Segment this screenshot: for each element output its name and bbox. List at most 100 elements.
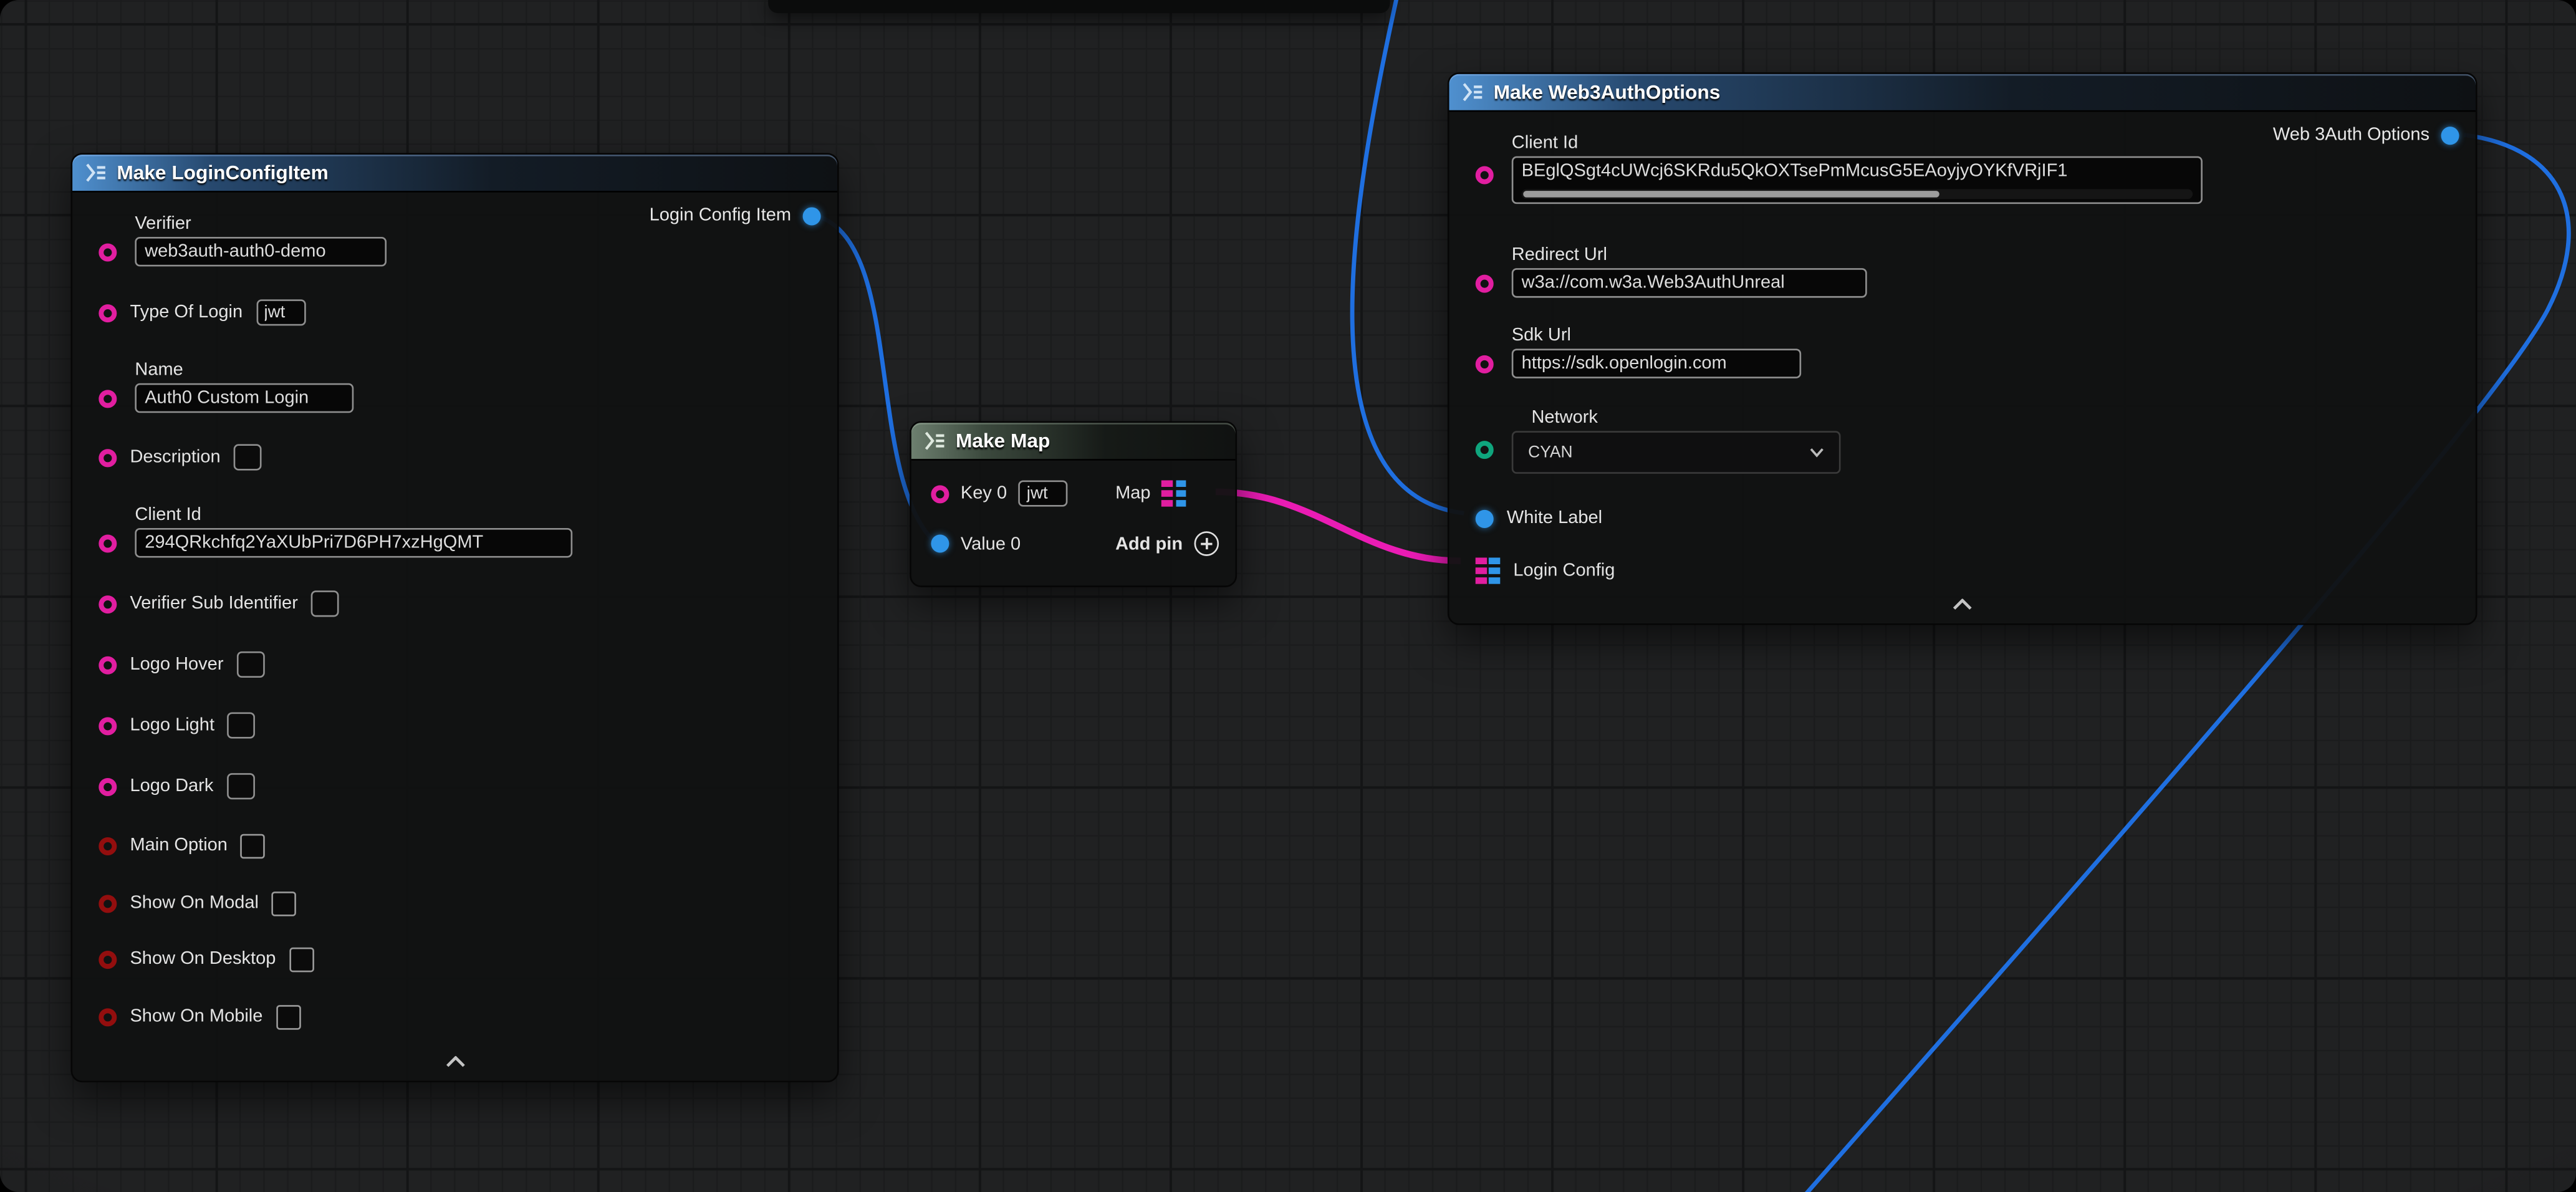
field-login-config: Login Config [1469, 556, 2459, 585]
field-verifier: Verifier [92, 214, 821, 266]
field-white-label: White Label [1469, 503, 2459, 532]
pin-show-on-desktop[interactable] [99, 950, 117, 968]
add-pin-row[interactable]: Add pin [1115, 531, 1219, 556]
add-pin-icon[interactable] [1194, 531, 1219, 556]
field-show-on-desktop: Show On Desktop [92, 944, 821, 973]
field-label: Show On Desktop [130, 949, 276, 969]
field-label: Key 0 [961, 484, 1007, 504]
pin-sdk-url[interactable] [1476, 355, 1494, 373]
node-title: Make LoginConfigItem [117, 161, 329, 185]
logo-dark-input[interactable] [226, 773, 254, 799]
make-map-icon [925, 431, 946, 451]
node-title: Make Web3AuthOptions [1494, 80, 1721, 103]
pin-login-config[interactable] [1476, 557, 1501, 584]
field-client-id: Client Id [92, 505, 821, 557]
node-make-web3authoptions[interactable]: Make Web3AuthOptions Web 3Auth Options C… [1448, 72, 2477, 625]
pin-name[interactable] [99, 390, 117, 408]
pin-redirect-url[interactable] [1476, 275, 1494, 293]
field-label: Verifier Sub Identifier [130, 594, 297, 613]
field-label: Description [130, 448, 220, 468]
add-pin-label: Add pin [1115, 534, 1183, 554]
field-label: Logo Hover [130, 655, 223, 675]
pin-verifier-sub-identifier[interactable] [99, 595, 117, 613]
field-verifier-sub-identifier: Verifier Sub Identifier [92, 589, 821, 618]
pin-verifier[interactable] [99, 243, 117, 261]
show-on-modal-checkbox[interactable] [272, 891, 297, 916]
pin-logo-dark[interactable] [99, 777, 117, 795]
field-network: Network CYAN [1469, 408, 2459, 474]
verifier-sub-identifier-input[interactable] [311, 590, 339, 617]
field-client-id: Client Id BEglQSgt4cUWcj6SKRdu5QkOXTsePm… [1469, 133, 2459, 204]
client-id-input[interactable] [135, 528, 572, 557]
verifier-input[interactable] [135, 237, 387, 266]
node-header-make-web3authoptions[interactable]: Make Web3AuthOptions [1449, 74, 2476, 112]
pin-description[interactable] [99, 448, 117, 466]
pin-key-0[interactable] [931, 484, 949, 502]
blueprint-editor-frame: Make LoginConfigItem Login Config Item V… [0, 0, 2576, 1192]
show-on-mobile-checkbox[interactable] [276, 1004, 301, 1029]
node-title: Make Map [956, 430, 1050, 453]
blueprint-graph-canvas[interactable]: Make LoginConfigItem Login Config Item V… [0, 0, 2576, 1192]
node-header-make-loginconfigitem[interactable]: Make LoginConfigItem [72, 155, 837, 193]
field-show-on-mobile: Show On Mobile [92, 1002, 821, 1031]
field-show-on-modal: Show On Modal [92, 888, 821, 918]
pin-logo-light[interactable] [99, 716, 117, 734]
field-label: Client Id [1512, 133, 2459, 153]
node-make-loginconfigitem[interactable]: Make LoginConfigItem Login Config Item V… [70, 153, 839, 1082]
field-description: Description [92, 443, 821, 472]
field-label: Show On Modal [130, 893, 259, 913]
network-dropdown[interactable]: CYAN [1512, 431, 1841, 474]
field-label: Show On Mobile [130, 1007, 262, 1027]
offscreen-node-edge[interactable] [768, 0, 1390, 13]
node-make-map[interactable]: Make Map Key 0 Map Value 0 Add pin [910, 421, 1237, 587]
map-output-row: Map [1115, 480, 1219, 506]
sdk-url-input[interactable] [1512, 348, 1801, 378]
pin-client-id[interactable] [1476, 166, 1494, 184]
field-sdk-url: Sdk Url [1469, 325, 2459, 378]
horizontal-scrollbar[interactable] [1522, 189, 2193, 199]
network-selected-value: CYAN [1528, 443, 1572, 461]
description-input[interactable] [234, 444, 262, 470]
output-pin-map[interactable] [1162, 480, 1187, 506]
key-0-input[interactable] [1019, 480, 1068, 506]
pin-client-id[interactable] [99, 535, 117, 553]
pin-logo-hover[interactable] [99, 655, 117, 673]
pin-type-of-login[interactable] [99, 304, 117, 322]
field-logo-dark: Logo Dark [92, 771, 821, 800]
field-redirect-url: Redirect Url [1469, 245, 2459, 297]
pin-show-on-mobile[interactable] [99, 1007, 117, 1026]
client-id-text: BEglQSgt4cUWcj6SKRdu5QkOXTsePmMcusG5EAoy… [1522, 161, 2193, 186]
field-label: Sdk Url [1512, 325, 2459, 345]
logo-light-input[interactable] [228, 712, 256, 738]
pin-white-label[interactable] [1476, 509, 1494, 527]
collapse-node-button[interactable] [445, 1046, 465, 1075]
main-option-checkbox[interactable] [241, 833, 266, 858]
field-key-0: Key 0 [931, 480, 1067, 506]
field-name: Name [92, 360, 821, 413]
chevron-down-icon [1809, 443, 1824, 461]
pin-network[interactable] [1476, 441, 1494, 459]
node-header-make-map[interactable]: Make Map [911, 423, 1236, 461]
field-main-option: Main Option [92, 830, 821, 860]
collapse-node-button[interactable] [1953, 589, 1973, 618]
field-value-0: Value 0 [931, 534, 1067, 554]
type-of-login-input[interactable] [256, 299, 305, 325]
field-label: Main Option [130, 835, 227, 855]
field-label: Logo Dark [130, 776, 213, 796]
pin-show-on-modal[interactable] [99, 894, 117, 912]
field-label: Type Of Login [130, 302, 243, 322]
pin-value-0[interactable] [931, 535, 949, 553]
pin-main-option[interactable] [99, 837, 117, 855]
logo-hover-input[interactable] [237, 651, 265, 678]
field-label: Name [135, 360, 820, 380]
field-label: Login Config [1513, 561, 1615, 581]
field-label: Network [1531, 408, 2459, 428]
field-logo-light: Logo Light [92, 711, 821, 740]
name-input[interactable] [135, 383, 353, 413]
field-label: Client Id [135, 505, 820, 525]
client-id-input[interactable]: BEglQSgt4cUWcj6SKRdu5QkOXTsePmMcusG5EAoy… [1512, 156, 2203, 204]
field-label: Redirect Url [1512, 245, 2459, 265]
redirect-url-input[interactable] [1512, 268, 1867, 297]
field-label: White Label [1507, 508, 1602, 528]
show-on-desktop-checkbox[interactable] [289, 946, 314, 971]
